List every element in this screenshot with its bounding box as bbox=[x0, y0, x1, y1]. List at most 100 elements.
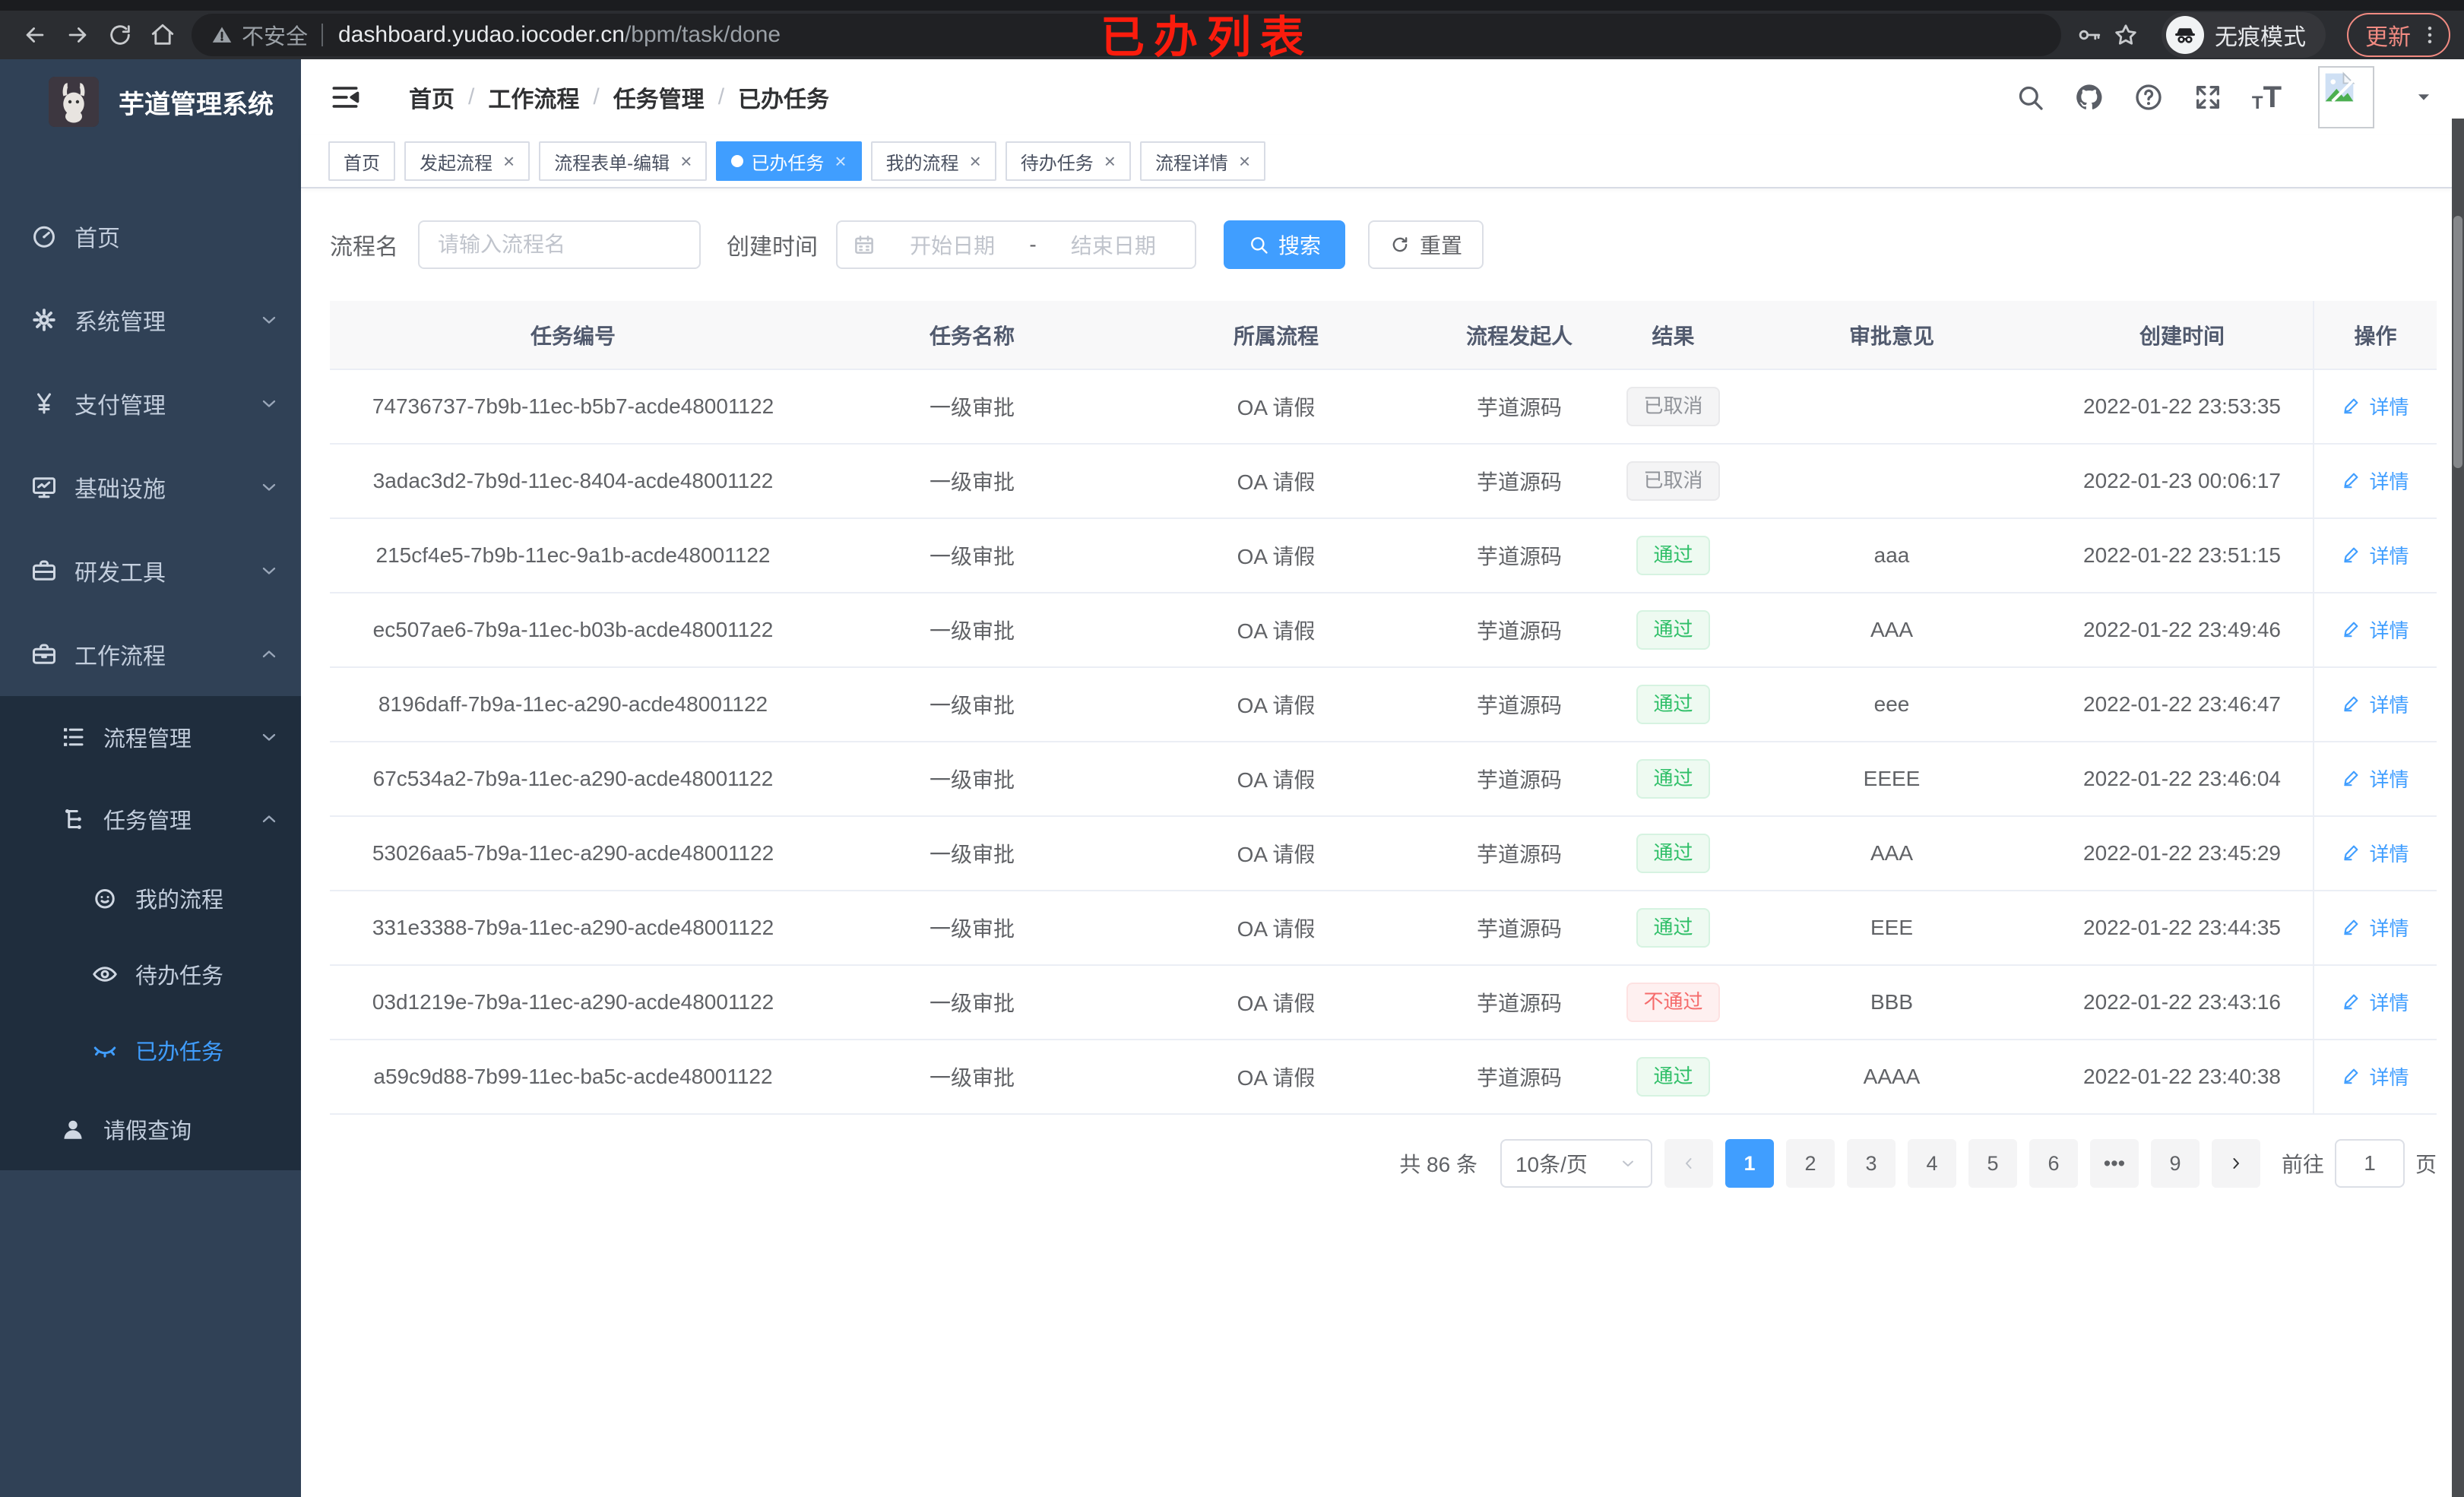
search-icon[interactable] bbox=[2015, 82, 2045, 112]
detail-link-label: 详情 bbox=[2369, 767, 2409, 791]
detail-link[interactable]: 详情 bbox=[2342, 913, 2409, 942]
page-number-button[interactable]: 1 bbox=[1724, 1139, 1774, 1188]
breadcrumb-item[interactable]: / 工作流程 bbox=[454, 81, 579, 114]
tab-close-icon[interactable]: × bbox=[1239, 151, 1250, 171]
sidebar-item[interactable]: 基础设施 bbox=[0, 445, 301, 529]
page-tab[interactable]: 待办任务 × bbox=[1005, 141, 1131, 181]
sidebar-logo[interactable]: 芋道管理系统 bbox=[0, 59, 301, 144]
filter-form: 流程名 创建时间 开始日期 - 结束日期 搜索 重置 bbox=[330, 220, 2437, 269]
page-tab[interactable]: 我的流程 × bbox=[870, 141, 996, 181]
sidebar-item[interactable]: 已办任务 bbox=[0, 1012, 301, 1088]
page-number-button[interactable]: ••• bbox=[2089, 1139, 2139, 1188]
cell-comment: AAAA bbox=[1732, 1040, 2051, 1115]
sidebar-item-label: 已办任务 bbox=[135, 1040, 224, 1065]
detail-link[interactable]: 详情 bbox=[2342, 541, 2409, 569]
navbar-actions: TT bbox=[2015, 66, 2434, 128]
font-size-icon[interactable]: TT bbox=[2252, 82, 2282, 112]
browser-back-button[interactable] bbox=[14, 14, 56, 56]
page-number-button[interactable]: 4 bbox=[1907, 1139, 1956, 1188]
cell-process: OA 请假 bbox=[1128, 593, 1424, 668]
page-size-select[interactable]: 10条/页 bbox=[1500, 1139, 1652, 1188]
detail-link-label: 详情 bbox=[2369, 619, 2409, 642]
window-scrollbar[interactable] bbox=[2452, 119, 2464, 1497]
page-number-button[interactable]: 3 bbox=[1846, 1139, 1896, 1188]
page-tab[interactable]: 流程详情 × bbox=[1139, 141, 1266, 181]
browser-reload-button[interactable] bbox=[99, 14, 141, 56]
sidebar-item[interactable]: 我的流程 bbox=[0, 860, 301, 936]
cell-created-time: 2022-01-22 23:49:46 bbox=[2051, 593, 2314, 668]
browser-forward-button[interactable] bbox=[56, 14, 99, 56]
page-number-button[interactable]: 5 bbox=[1968, 1139, 2017, 1188]
page-content: 流程名 创建时间 开始日期 - 结束日期 搜索 重置 bbox=[301, 188, 2464, 1497]
next-page-button[interactable] bbox=[2211, 1139, 2260, 1188]
app-shell: 芋道管理系统 首页 系统管理 支付管理 基础设施 研发工具 工作流程 流程管理 … bbox=[0, 59, 2464, 1497]
sidebar-item[interactable]: 首页 bbox=[0, 195, 301, 278]
column-header-task-id: 任务编号 bbox=[330, 301, 816, 370]
cell-task-id: 215cf4e5-7b9b-11ec-9a1b-acde48001122 bbox=[330, 518, 816, 593]
page-tab[interactable]: 发起流程 × bbox=[404, 141, 530, 181]
cell-result: 通过 bbox=[1614, 1040, 1732, 1115]
sidebar-collapse-button[interactable] bbox=[328, 81, 362, 114]
detail-link[interactable]: 详情 bbox=[2342, 467, 2409, 495]
sidebar-item[interactable]: 工作流程 bbox=[0, 612, 301, 696]
done-task-table: 任务编号 任务名称 所属流程 流程发起人 结果 审批意见 创建时间 操作 747… bbox=[330, 301, 2437, 1115]
cell-result: 不通过 bbox=[1614, 965, 1732, 1040]
avatar[interactable] bbox=[2318, 66, 2374, 128]
sidebar-item[interactable]: 研发工具 bbox=[0, 529, 301, 612]
cell-created-time: 2022-01-23 00:06:17 bbox=[2051, 444, 2314, 519]
cell-created-time: 2022-01-22 23:45:29 bbox=[2051, 816, 2314, 891]
column-header-result: 结果 bbox=[1614, 301, 1732, 370]
breadcrumb-item[interactable]: / 已办任务 bbox=[705, 81, 829, 114]
tab-close-icon[interactable]: × bbox=[970, 151, 981, 171]
page-number-button[interactable]: 9 bbox=[2150, 1139, 2200, 1188]
detail-link[interactable]: 详情 bbox=[2342, 1062, 2409, 1090]
goto-page-input[interactable] bbox=[2334, 1139, 2405, 1188]
page-number-button[interactable]: 2 bbox=[1785, 1139, 1835, 1188]
detail-link[interactable]: 详情 bbox=[2342, 988, 2409, 1016]
breadcrumb-item[interactable]: / 首页 bbox=[409, 81, 454, 114]
avatar-caret-icon[interactable] bbox=[2414, 87, 2434, 107]
result-badge: 已取消 bbox=[1626, 387, 1720, 426]
detail-link[interactable]: 详情 bbox=[2342, 616, 2409, 644]
detail-link[interactable]: 详情 bbox=[2342, 764, 2409, 793]
scrollbar-thumb[interactable] bbox=[2453, 216, 2462, 468]
cell-process: OA 请假 bbox=[1128, 816, 1424, 891]
fullscreen-icon[interactable] bbox=[2193, 82, 2223, 112]
sidebar-item[interactable]: 请假查询 bbox=[0, 1088, 301, 1170]
sidebar-item[interactable]: 系统管理 bbox=[0, 278, 301, 362]
page-tab[interactable]: 流程表单-编辑 × bbox=[539, 141, 708, 181]
browser-update-button[interactable]: 更新 bbox=[2347, 13, 2450, 57]
date-range-picker[interactable]: 开始日期 - 结束日期 bbox=[836, 220, 1196, 269]
cell-task-name: 一级审批 bbox=[816, 1040, 1128, 1115]
detail-link[interactable]: 详情 bbox=[2342, 690, 2409, 718]
tab-close-icon[interactable]: × bbox=[835, 151, 846, 171]
edit-pen-icon bbox=[2342, 768, 2361, 788]
bookmark-star-icon[interactable] bbox=[2113, 22, 2139, 48]
page-tab[interactable]: 首页 bbox=[328, 141, 395, 181]
detail-link[interactable]: 详情 bbox=[2342, 839, 2409, 867]
sidebar-item[interactable]: 支付管理 bbox=[0, 362, 301, 445]
reset-button[interactable]: 重置 bbox=[1368, 220, 1484, 269]
detail-link[interactable]: 详情 bbox=[2342, 392, 2409, 420]
tab-close-icon[interactable]: × bbox=[680, 151, 692, 171]
help-icon[interactable] bbox=[2133, 82, 2164, 112]
breadcrumb-separator: / bbox=[593, 84, 600, 109]
cell-actions: 详情 bbox=[2313, 667, 2437, 742]
password-key-icon[interactable] bbox=[2076, 22, 2102, 48]
browser-home-button[interactable] bbox=[141, 14, 184, 56]
tab-close-icon[interactable]: × bbox=[503, 151, 515, 171]
page-tab[interactable]: 已办任务 × bbox=[716, 141, 862, 181]
breadcrumb-item[interactable]: / 任务管理 bbox=[579, 81, 704, 114]
sidebar-item[interactable]: 任务管理 bbox=[0, 778, 301, 860]
page-number-button[interactable]: 6 bbox=[2029, 1139, 2078, 1188]
prev-page-button[interactable] bbox=[1664, 1139, 1713, 1188]
process-name-input[interactable] bbox=[418, 220, 701, 269]
cell-process: OA 请假 bbox=[1128, 1040, 1424, 1115]
incognito-label: 无痕模式 bbox=[2215, 25, 2306, 50]
sidebar-item[interactable]: 待办任务 bbox=[0, 936, 301, 1012]
sidebar-item[interactable]: 流程管理 bbox=[0, 696, 301, 778]
search-button[interactable]: 搜索 bbox=[1224, 220, 1346, 269]
github-icon[interactable] bbox=[2074, 82, 2105, 112]
edit-pen-icon bbox=[2342, 1066, 2361, 1086]
tab-close-icon[interactable]: × bbox=[1104, 151, 1116, 171]
